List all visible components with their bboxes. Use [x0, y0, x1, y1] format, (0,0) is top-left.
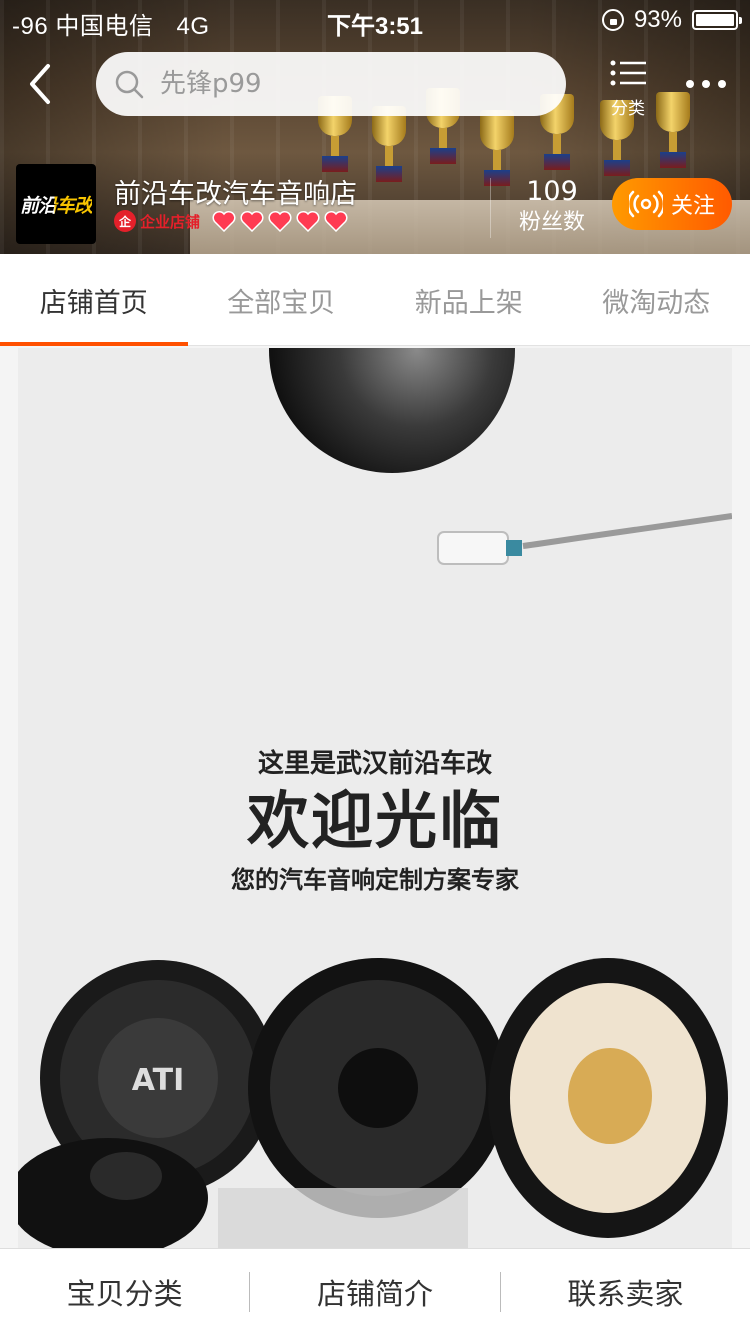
search-input[interactable]	[160, 69, 520, 99]
tab-weitao[interactable]: 微淘动态	[563, 254, 750, 346]
broadcast-icon	[628, 190, 663, 218]
tab-new-arrivals[interactable]: 新品上架	[375, 254, 563, 346]
follow-button[interactable]: 关注	[612, 178, 732, 230]
shop-header: -96 中国电信 4G 下午3:51 93% 分类	[0, 0, 750, 254]
welcome-line-1: 这里是武汉前沿车改	[257, 749, 492, 779]
more-icon[interactable]	[684, 72, 728, 96]
trophy-image	[656, 92, 690, 168]
follow-label: 关注	[670, 194, 715, 219]
search-icon	[115, 70, 144, 99]
shop-tabs: 店铺首页 全部宝贝 新品上架 微淘动态	[0, 254, 750, 346]
welcome-subtitle: 您的汽车音响定制方案专家	[231, 866, 519, 894]
fans-label: 粉丝数	[518, 210, 585, 235]
bottom-item-shop-intro[interactable]: 店铺简介	[250, 1271, 499, 1313]
battery-percent: 93%	[633, 6, 682, 33]
fans-number: 109	[526, 176, 578, 207]
shop-banner[interactable]: 这里是武汉前沿车改 欢迎光临 您的汽车音响定制方案专家 ATI	[18, 348, 732, 1248]
heart-icon	[268, 210, 292, 232]
heart-icon	[212, 210, 236, 232]
speakers-image: ATI	[18, 958, 728, 1248]
enterprise-label: 企业店铺	[140, 212, 201, 231]
category-label: 分类	[611, 99, 645, 119]
speaker-brand: ATI	[132, 1063, 185, 1098]
trophy-image	[480, 110, 514, 186]
search-bar[interactable]	[96, 52, 566, 116]
trophy-image	[372, 106, 406, 182]
tonearm-image	[437, 513, 732, 565]
battery-icon	[692, 10, 742, 30]
back-icon[interactable]	[22, 62, 62, 106]
bottom-item-contact-seller[interactable]: 联系卖家	[501, 1271, 750, 1313]
welcome-text: 这里是武汉前沿车改 欢迎光临 您的汽车音响定制方案专家	[18, 743, 732, 895]
heart-icon	[296, 210, 320, 232]
status-right: 93%	[601, 6, 742, 34]
tab-shop-home[interactable]: 店铺首页	[0, 254, 188, 346]
heart-icon	[324, 210, 348, 232]
list-icon	[610, 60, 646, 86]
rotation-lock-icon	[601, 9, 624, 31]
fans-divider	[490, 178, 491, 238]
tab-all-items[interactable]: 全部宝贝	[188, 254, 376, 346]
bottom-item-categories[interactable]: 宝贝分类	[0, 1271, 249, 1313]
shop-badges: 企 企业店铺	[114, 210, 348, 232]
category-button[interactable]: 分类	[600, 58, 656, 119]
shop-logo[interactable]: 前沿车改	[16, 164, 96, 244]
shop-page: -96 中国电信 4G 下午3:51 93% 分类	[0, 0, 750, 1334]
bottom-bar: 宝贝分类 店铺简介 联系卖家	[0, 1248, 750, 1334]
heart-icon	[240, 210, 264, 232]
fans-count: 109 粉丝数	[500, 176, 604, 238]
shop-name: 前沿车改汽车音响店	[114, 179, 357, 210]
enterprise-icon: 企	[114, 210, 136, 232]
status-bar: -96 中国电信 4G 下午3:51 93%	[0, 0, 750, 40]
shop-logo-text: 前沿车改	[20, 191, 93, 218]
welcome-title: 欢迎光临	[246, 784, 503, 857]
